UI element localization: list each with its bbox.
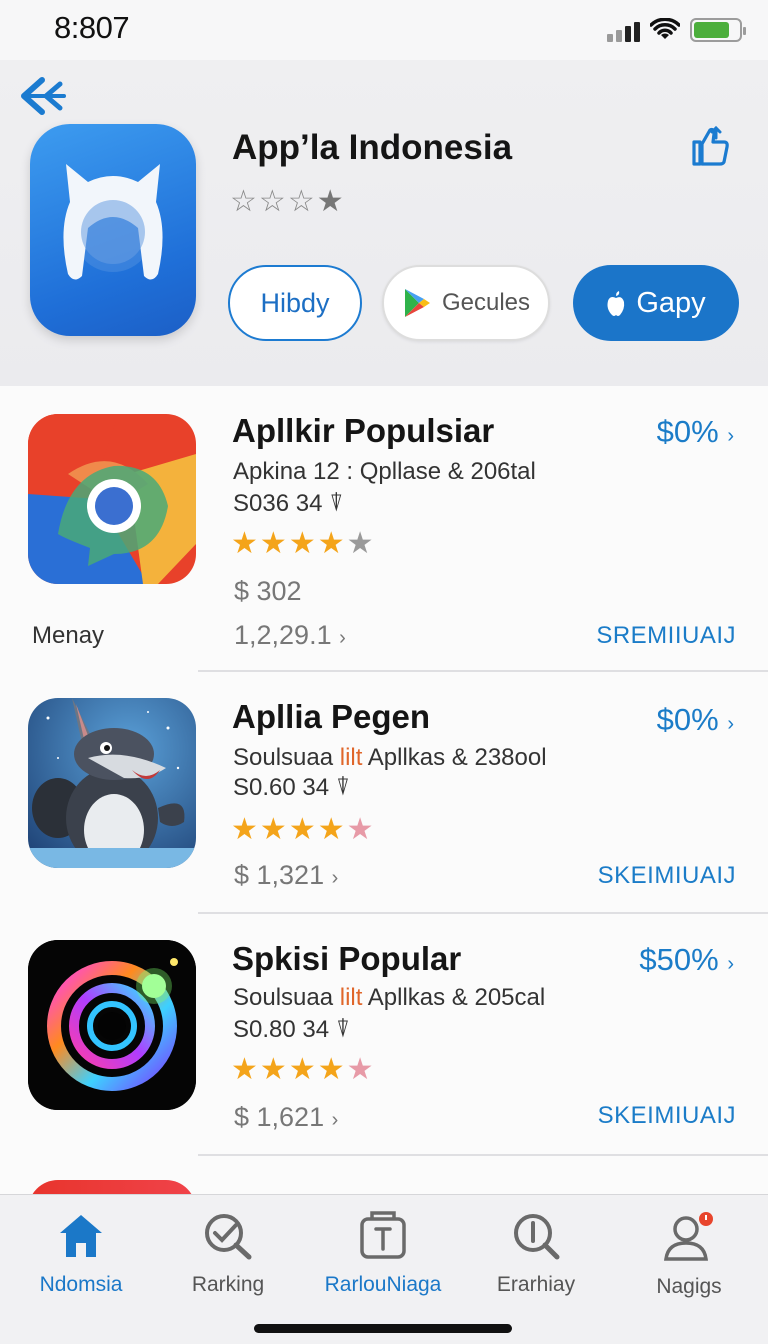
apple-icon bbox=[607, 291, 625, 316]
app-name: Apllia Pegen bbox=[232, 698, 431, 735]
app-size: S036 34 ⍒ bbox=[233, 490, 344, 517]
action-link[interactable]: SKEIMIUAIJ bbox=[598, 862, 736, 890]
download-icon: ⍒ bbox=[335, 774, 351, 801]
action-link[interactable]: SKEIMIUAIJ bbox=[598, 1102, 736, 1130]
rating-stars: ☆☆☆★ bbox=[230, 184, 346, 219]
home-indicator[interactable] bbox=[254, 1324, 512, 1333]
cartoon-creature-icon bbox=[28, 698, 196, 868]
gecules-label: Gecules bbox=[441, 289, 531, 316]
tab-label: Ndomsia bbox=[39, 1273, 123, 1296]
tab-label: RarlouNiaga bbox=[324, 1273, 442, 1296]
tab-ndomsia[interactable]: Ndomsia bbox=[6, 1211, 156, 1297]
list-item[interactable]: Apllia Pegen Soulsuaa lilt Apllkas & 238… bbox=[0, 672, 768, 912]
play-store-icon bbox=[404, 289, 430, 317]
chevron-right-icon: › bbox=[331, 867, 339, 889]
tab-erarhiay[interactable]: Erarhiay bbox=[461, 1211, 611, 1297]
chrome-like-icon bbox=[28, 414, 196, 584]
app-subtitle: Soulsuaa lilt Apllkas & 205cal bbox=[233, 984, 546, 1011]
download-icon: ⍒ bbox=[335, 1016, 351, 1043]
neon-rings-icon bbox=[28, 940, 196, 1110]
list-item[interactable]: Spkisi Popular Soulsuaa lilt Apllkas & 2… bbox=[0, 914, 768, 1154]
tab-label: Nagigs bbox=[656, 1275, 722, 1298]
rating-stars: ★★★★★ bbox=[231, 1053, 376, 1086]
app-price: $ 1,321 › bbox=[234, 860, 339, 890]
app-count: 1,2,29.1 › bbox=[234, 620, 346, 650]
action-link[interactable]: SREMIIUAIJ bbox=[596, 622, 736, 650]
app-price: $ 1,621 › bbox=[234, 1102, 339, 1132]
app-name: Spkisi Popular bbox=[232, 940, 462, 977]
mascot-icon bbox=[63, 164, 163, 280]
app-size: S0.60 34 ⍒ bbox=[233, 774, 351, 801]
box-icon bbox=[360, 1211, 406, 1259]
gecules-button[interactable]: Gecules bbox=[382, 265, 550, 341]
chevron-right-icon: › bbox=[727, 425, 734, 447]
chevron-right-icon: › bbox=[339, 627, 346, 649]
search-icon bbox=[514, 1214, 560, 1260]
hibdy-label: Hibdy bbox=[260, 287, 330, 318]
discount-link[interactable]: $50% › bbox=[639, 942, 734, 978]
row-label: Menay bbox=[32, 622, 105, 649]
chevron-right-icon: › bbox=[727, 953, 734, 975]
gapy-button[interactable]: Gapy bbox=[573, 265, 739, 341]
status-time: 8:807 bbox=[54, 10, 130, 45]
chevron-right-icon: › bbox=[727, 713, 734, 735]
back-button[interactable] bbox=[16, 72, 72, 120]
rating-stars: ★★★★★ bbox=[231, 813, 376, 846]
tab-rarking[interactable]: Rarking bbox=[153, 1211, 303, 1297]
star-filled-icon: ★ bbox=[316, 185, 346, 218]
app-title: App’la Indonesia bbox=[232, 128, 513, 167]
tab-label: Rarking bbox=[191, 1273, 265, 1296]
app-subtitle: Soulsuaa lilt Apllkas & 238ool bbox=[233, 744, 547, 771]
discount-link[interactable]: $0% › bbox=[657, 414, 734, 450]
star-outline-icon: ☆ bbox=[258, 185, 288, 218]
tab-label: Erarhiay bbox=[496, 1273, 576, 1296]
star-outline-icon: ☆ bbox=[230, 185, 259, 218]
hibdy-button[interactable]: Hibdy bbox=[228, 265, 362, 341]
app-subtitle: Apkina 12 : Qpllase & 206tal bbox=[233, 458, 536, 485]
star-outline-icon: ☆ bbox=[287, 185, 317, 218]
share-button[interactable] bbox=[688, 124, 732, 168]
gapy-label: Gapy bbox=[636, 286, 706, 319]
chevron-right-icon: › bbox=[331, 1109, 339, 1131]
tab-nagigs[interactable]: Nagigs bbox=[614, 1211, 764, 1299]
back-arrow-icon bbox=[21, 77, 66, 115]
signal-icon bbox=[607, 18, 640, 42]
list-item[interactable] bbox=[0, 1156, 768, 1194]
download-icon: ⍒ bbox=[329, 490, 344, 517]
rating-stars: ★★★★★ bbox=[231, 527, 376, 560]
app-list: Apllkir Populsiar Apkina 12 : Qpllase & … bbox=[0, 386, 768, 1194]
battery-icon bbox=[690, 18, 746, 42]
share-icon bbox=[692, 125, 729, 166]
app-price: $ 302 bbox=[234, 576, 302, 606]
discount-link[interactable]: $0% › bbox=[657, 702, 734, 738]
app-icon-partial bbox=[28, 1180, 196, 1194]
search-check-icon bbox=[205, 1214, 252, 1260]
app-size: S0.80 34 ⍒ bbox=[233, 1016, 351, 1043]
profile-icon bbox=[664, 1212, 713, 1261]
app-icon bbox=[30, 124, 196, 336]
home-icon bbox=[60, 1215, 102, 1257]
tab-rarlouniaga[interactable]: RarlouNiaga bbox=[308, 1211, 458, 1297]
app-name: Apllkir Populsiar bbox=[232, 412, 495, 449]
tab-bar: Ndomsia Rarking RarlouNiaga Erarhiay Nag… bbox=[0, 1194, 768, 1344]
list-item[interactable]: Apllkir Populsiar Apkina 12 : Qpllase & … bbox=[0, 386, 768, 670]
status-bar: 8:807 bbox=[0, 0, 768, 60]
status-icons bbox=[607, 18, 746, 42]
wifi-icon bbox=[650, 18, 680, 39]
